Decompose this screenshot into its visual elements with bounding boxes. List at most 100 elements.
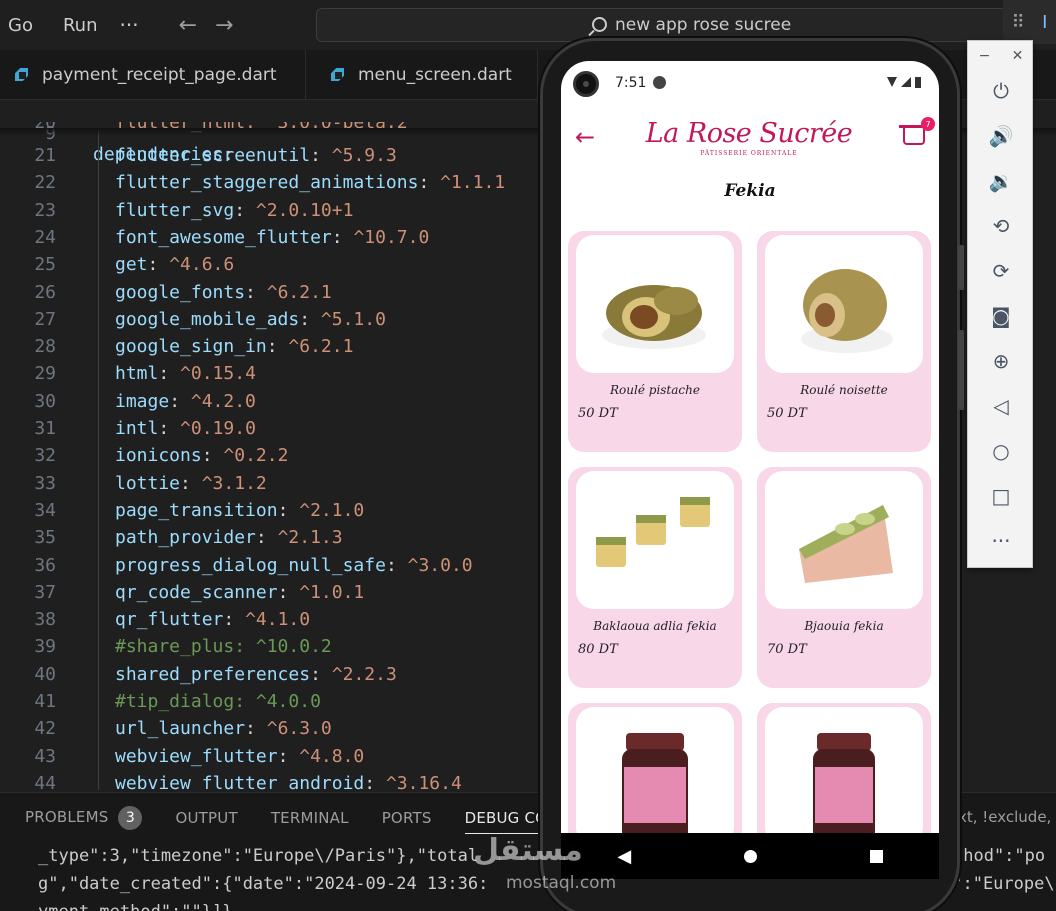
line-number: 42: [34, 718, 56, 740]
yaml-value: ^0.15.4: [180, 363, 256, 385]
product-card[interactable]: Roulé pistache 50 DT: [568, 231, 742, 452]
console-line: g","date_created":{"date":"2024-09-24 13…: [38, 874, 489, 894]
yaml-key: google_mobile_ads: [115, 308, 300, 330]
volume-down-icon[interactable]: 🔉: [968, 161, 1034, 201]
rotate-right-icon[interactable]: ⟳: [968, 251, 1034, 291]
menu-run[interactable]: Run: [63, 15, 98, 36]
code-text: url_launcher: ^6.3.0: [115, 718, 332, 740]
wifi-icon: [887, 77, 897, 87]
yaml-key: qr_flutter: [115, 609, 224, 631]
phone-screen: 7:51 ← La Rose Sucrée PÂTISSERIE ORIENTA…: [561, 61, 939, 833]
code-text: intl: ^0.19.0: [115, 418, 256, 439]
tab-problems[interactable]: PROBLEMS 3: [25, 806, 143, 830]
product-card[interactable]: Baklaoua adlia fekia 80 DT: [568, 467, 742, 688]
yaml-value: ^5.9.3: [331, 145, 397, 166]
yaml-value: ^4.8.0: [299, 745, 365, 767]
yaml-value: ^2.2.3: [331, 663, 397, 685]
yaml-value: ^10.7.0: [353, 226, 430, 248]
code-text: shared_preferences: ^2.2.3: [115, 663, 397, 685]
yaml-value: ^4.2.0: [190, 390, 256, 412]
code-text: ionicons: ^0.2.2: [115, 445, 289, 467]
product-card[interactable]: [757, 703, 931, 833]
product-card[interactable]: Bjaouia fekia 70 DT: [757, 467, 931, 688]
problems-count-badge: 3: [118, 806, 143, 830]
tab-ports[interactable]: PORTS: [382, 809, 432, 827]
watermark-text: mostaql.com: [506, 873, 617, 893]
baklaoua-image: [596, 497, 710, 567]
yaml-key: page_transition: [115, 499, 278, 521]
tab-terminal[interactable]: TERMINAL: [271, 809, 349, 827]
yaml-key: qr_code_scanner: [115, 581, 278, 603]
product-price: 50 DT: [767, 406, 807, 421]
back-arrow-icon[interactable]: ←: [179, 13, 197, 38]
rotate-left-icon[interactable]: ⟲: [968, 206, 1034, 246]
yaml-key: flutter_staggered_animations: [115, 172, 419, 194]
yaml-comment: #tip_dialog: ^4.0.0: [115, 691, 321, 712]
tab-payment-receipt[interactable]: payment_receipt_page.dart: [0, 50, 306, 100]
product-card[interactable]: Roulé noisette 50 DT: [757, 231, 931, 452]
drag-handle-icon[interactable]: ⠿: [1012, 12, 1025, 33]
back-arrow-icon[interactable]: ←: [575, 123, 595, 151]
line-number: 38: [34, 609, 56, 631]
yaml-value: ^1.0.1: [299, 581, 365, 603]
product-card[interactable]: [568, 703, 742, 833]
back-icon[interactable]: ◁: [968, 386, 1034, 426]
yaml-key: get: [115, 254, 148, 276]
line-number: 44: [34, 772, 56, 792]
code-text: page_transition: ^2.1.0: [115, 499, 365, 521]
yaml-comment: #share_plus: ^10.0.2: [115, 636, 332, 658]
line-number: 28: [34, 336, 56, 358]
menu-more[interactable]: ···: [119, 13, 138, 37]
camera-icon[interactable]: ◙: [968, 296, 1034, 336]
yaml-key: ionicons: [115, 445, 202, 467]
yaml-value: ^3.16.4: [385, 772, 462, 792]
yaml-key: flutter_svg: [115, 199, 235, 221]
nav-home-icon[interactable]: [743, 849, 757, 863]
yaml-value: ^2.1.3: [277, 527, 343, 549]
menu-go[interactable]: Go: [8, 15, 33, 36]
yaml-key: lottie: [115, 472, 181, 494]
line-number: 43: [34, 745, 56, 767]
minimize-icon[interactable]: −: [979, 48, 991, 64]
nav-back-icon[interactable]: ◀: [617, 846, 631, 867]
yaml-key: shared_preferences: [115, 663, 311, 685]
zoom-icon[interactable]: ⊕: [968, 341, 1034, 381]
debug-toolbar-icon[interactable]: I: [1042, 12, 1047, 33]
layout-controls: ⠿ I: [1003, 0, 1056, 44]
nav-recents-icon[interactable]: [869, 849, 883, 863]
product-price: 50 DT: [578, 406, 618, 421]
code-text: webview_flutter_android: ^3.16.4: [115, 772, 462, 792]
console-line-tail: e":"Europe\: [942, 874, 1055, 894]
line-number: 35: [34, 527, 56, 549]
volume-up-icon[interactable]: 🔊: [968, 116, 1034, 156]
power-icon[interactable]: ⏻: [968, 71, 1034, 111]
brand-subtitle: PÂTISSERIE ORIENTALE: [700, 150, 798, 157]
line-number: 39: [34, 636, 56, 658]
tab-output[interactable]: OUTPUT: [175, 809, 237, 827]
yaml-value: ^5.1.0: [320, 308, 386, 330]
code-text: google_mobile_ads: ^5.1.0: [115, 308, 386, 330]
overview-icon[interactable]: □: [968, 476, 1034, 516]
tab-menu-screen[interactable]: menu_screen.dart: [306, 50, 538, 100]
dart-file-icon: [330, 67, 346, 83]
yaml-key: font_awesome_flutter: [115, 226, 332, 248]
yaml-value: ^0.2.2: [223, 445, 289, 467]
home-icon[interactable]: ○: [968, 431, 1034, 471]
emulator-toolbar: − ✕ ⏻ 🔊 🔉 ⟲ ⟳ ◙ ⊕ ◁ ○ □ ···: [967, 40, 1033, 568]
code-text: path_provider: ^2.1.3: [115, 527, 343, 549]
notification-icon: [653, 76, 666, 89]
close-icon[interactable]: ✕: [1012, 48, 1024, 64]
more-icon[interactable]: ···: [968, 521, 1034, 561]
forward-arrow-icon[interactable]: →: [215, 13, 233, 38]
command-search-box[interactable]: new app rose sucree: [316, 8, 1016, 42]
line-number: 25: [34, 254, 56, 276]
code-text: progress_dialog_null_safe: ^3.0.0: [115, 554, 473, 576]
yaml-key: html: [115, 363, 159, 385]
search-icon: [592, 16, 607, 32]
product-name: Baklaoua adlia fekia: [593, 619, 717, 633]
cart-icon[interactable]: [899, 125, 929, 145]
product-name: Bjaouia fekia: [804, 619, 884, 633]
filter-input[interactable]: xt, !exclude, \: [958, 808, 1056, 826]
code-text: google_sign_in: ^6.2.1: [115, 336, 354, 358]
console-line: _type":3,"timezone":"Europe\/Paris"},"to…: [38, 846, 479, 866]
